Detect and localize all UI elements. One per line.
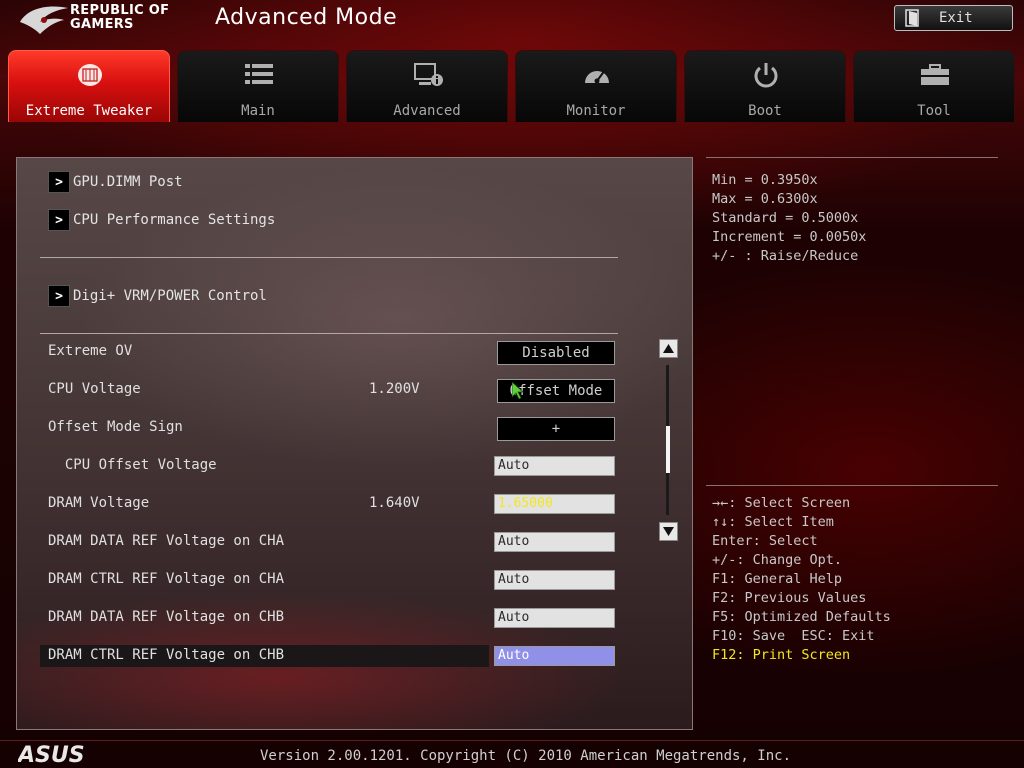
- divider: [40, 257, 618, 258]
- tab-main[interactable]: Main: [177, 50, 339, 122]
- setting-label: DRAM DATA REF Voltage on CHB: [48, 609, 285, 625]
- info-max: Max = 0.6300x: [712, 191, 818, 207]
- scroll-down-button[interactable]: [659, 522, 678, 541]
- keys-divider: [706, 485, 998, 486]
- dram-ctrl-ref-cha-input[interactable]: Auto: [494, 570, 615, 590]
- cpu-offset-voltage-input[interactable]: Auto: [494, 456, 615, 476]
- list-icon: [245, 64, 273, 84]
- setting-label: Offset Mode Sign: [48, 419, 183, 435]
- svg-text:ASUS: ASUS: [18, 743, 85, 766]
- submenu-digi-vrm[interactable]: > Digi+ VRM/POWER Control: [48, 285, 267, 307]
- main-tabs: Extreme Tweaker Main Advanced Monitor Bo…: [8, 50, 1016, 122]
- setting-current-value: 1.640V: [369, 495, 420, 511]
- tab-extreme-tweaker[interactable]: Extreme Tweaker: [8, 50, 170, 122]
- dram-data-ref-chb-input[interactable]: Auto: [494, 608, 615, 628]
- setting-current-value: 1.200V: [369, 381, 420, 397]
- setting-offset-mode-sign[interactable]: Offset Mode Sign +: [40, 417, 618, 441]
- key-select-item: ↑↓: Select Item: [712, 514, 834, 530]
- extreme-tweaker-icon: [78, 64, 102, 86]
- tab-label: Tool: [917, 103, 951, 119]
- key-f1: F1: General Help: [712, 571, 843, 587]
- tab-advanced[interactable]: Advanced: [346, 50, 508, 122]
- extreme-ov-dropdown[interactable]: Disabled: [497, 341, 615, 365]
- footer-divider: [0, 740, 1024, 741]
- version-text: Version 2.00.1201. Copyright (C) 2010 Am…: [260, 748, 792, 764]
- setting-label: DRAM DATA REF Voltage on CHA: [48, 533, 285, 549]
- key-f2: F2: Previous Values: [712, 590, 867, 606]
- tab-label: Extreme Tweaker: [25, 103, 153, 119]
- chevron-right-icon: >: [48, 209, 70, 231]
- setting-cpu-offset-voltage[interactable]: CPU Offset Voltage Auto: [40, 455, 618, 477]
- settings-panel: > GPU.DIMM Post > CPU Performance Settin…: [16, 157, 693, 730]
- arrow-up-icon: [663, 344, 674, 353]
- submenu-label: CPU Performance Settings: [73, 212, 276, 228]
- info-min: Min = 0.3950x: [712, 172, 818, 188]
- header-bar: REPUBLIC OF GAMERS Advanced Mode Exit: [0, 0, 1024, 42]
- setting-dram-voltage[interactable]: DRAM Voltage 1.640V 1.65000: [40, 493, 618, 515]
- dram-voltage-input[interactable]: 1.65000: [494, 494, 615, 514]
- divider: [40, 333, 618, 334]
- brand-line-2: GAMERS: [70, 17, 134, 32]
- submenu-gpu-dimm-post[interactable]: > GPU.DIMM Post: [48, 171, 183, 193]
- info-raise-reduce: +/- : Raise/Reduce: [712, 248, 859, 264]
- setting-label: CPU Offset Voltage: [48, 457, 217, 473]
- tab-label: Boot: [748, 103, 782, 119]
- chevron-right-icon: >: [48, 171, 70, 193]
- info-increment: Increment = 0.0050x: [712, 229, 867, 245]
- info-divider: [706, 157, 998, 158]
- tab-label: Main: [241, 103, 275, 119]
- submenu-label: GPU.DIMM Post: [73, 174, 183, 190]
- key-change-opt: +/-: Change Opt.: [712, 552, 843, 568]
- key-f12: F12: Print Screen: [712, 647, 851, 663]
- key-f10: F10: Save ESC: Exit: [712, 628, 875, 644]
- offset-sign-dropdown[interactable]: +: [497, 417, 615, 441]
- submenu-cpu-performance[interactable]: > CPU Performance Settings: [48, 209, 275, 231]
- tab-tool[interactable]: Tool: [853, 50, 1015, 122]
- submenu-label: Digi+ VRM/POWER Control: [73, 288, 267, 304]
- key-enter: Enter: Select: [712, 533, 818, 549]
- setting-dram-data-ref-chb[interactable]: DRAM DATA REF Voltage on CHB Auto: [40, 607, 618, 629]
- key-f5: F5: Optimized Defaults: [712, 609, 891, 625]
- key-select-screen: →←: Select Screen: [712, 495, 851, 511]
- scroll-up-button[interactable]: [659, 339, 678, 358]
- setting-label: DRAM CTRL REF Voltage on CHB: [48, 647, 285, 663]
- setting-label: DRAM CTRL REF Voltage on CHA: [48, 571, 285, 587]
- setting-label: CPU Voltage: [48, 381, 141, 397]
- power-icon: [754, 63, 778, 88]
- arrow-down-icon: [663, 527, 674, 536]
- dram-data-ref-cha-input[interactable]: Auto: [494, 532, 615, 552]
- tab-boot[interactable]: Boot: [684, 50, 846, 122]
- setting-dram-ctrl-ref-chb[interactable]: DRAM CTRL REF Voltage on CHB Auto: [40, 645, 618, 667]
- setting-dram-data-ref-cha[interactable]: DRAM DATA REF Voltage on CHA Auto: [40, 531, 618, 553]
- asus-logo: ASUS: [18, 743, 85, 766]
- chevron-right-icon: >: [48, 285, 70, 307]
- brand-text: REPUBLIC OF GAMERS: [70, 4, 169, 32]
- setting-label: DRAM Voltage: [48, 495, 150, 511]
- dram-ctrl-ref-chb-input[interactable]: Auto: [494, 646, 615, 666]
- gauge-icon: [585, 69, 609, 84]
- info-standard: Standard = 0.5000x: [712, 210, 859, 226]
- brand-line-1: REPUBLIC OF: [70, 3, 170, 18]
- toolbox-icon: [921, 64, 949, 85]
- tab-label: Monitor: [566, 103, 626, 119]
- exit-door-icon: [905, 9, 919, 27]
- setting-dram-ctrl-ref-cha[interactable]: DRAM CTRL REF Voltage on CHA Auto: [40, 569, 618, 591]
- setting-cpu-voltage[interactable]: CPU Voltage 1.200V Offset Mode: [40, 379, 618, 403]
- tab-label: Advanced: [393, 103, 461, 119]
- advanced-icon: [414, 63, 443, 86]
- exit-label: Exit: [939, 10, 973, 26]
- scrollbar-thumb[interactable]: [666, 426, 670, 473]
- page-title: Advanced Mode: [215, 5, 398, 30]
- setting-extreme-ov[interactable]: Extreme OV Disabled: [40, 341, 618, 365]
- tab-monitor[interactable]: Monitor: [515, 50, 677, 122]
- mouse-pointer-icon: [512, 382, 524, 400]
- setting-label: Extreme OV: [48, 343, 133, 359]
- exit-button[interactable]: Exit: [894, 5, 1013, 31]
- rog-logo-icon: [20, 6, 68, 35]
